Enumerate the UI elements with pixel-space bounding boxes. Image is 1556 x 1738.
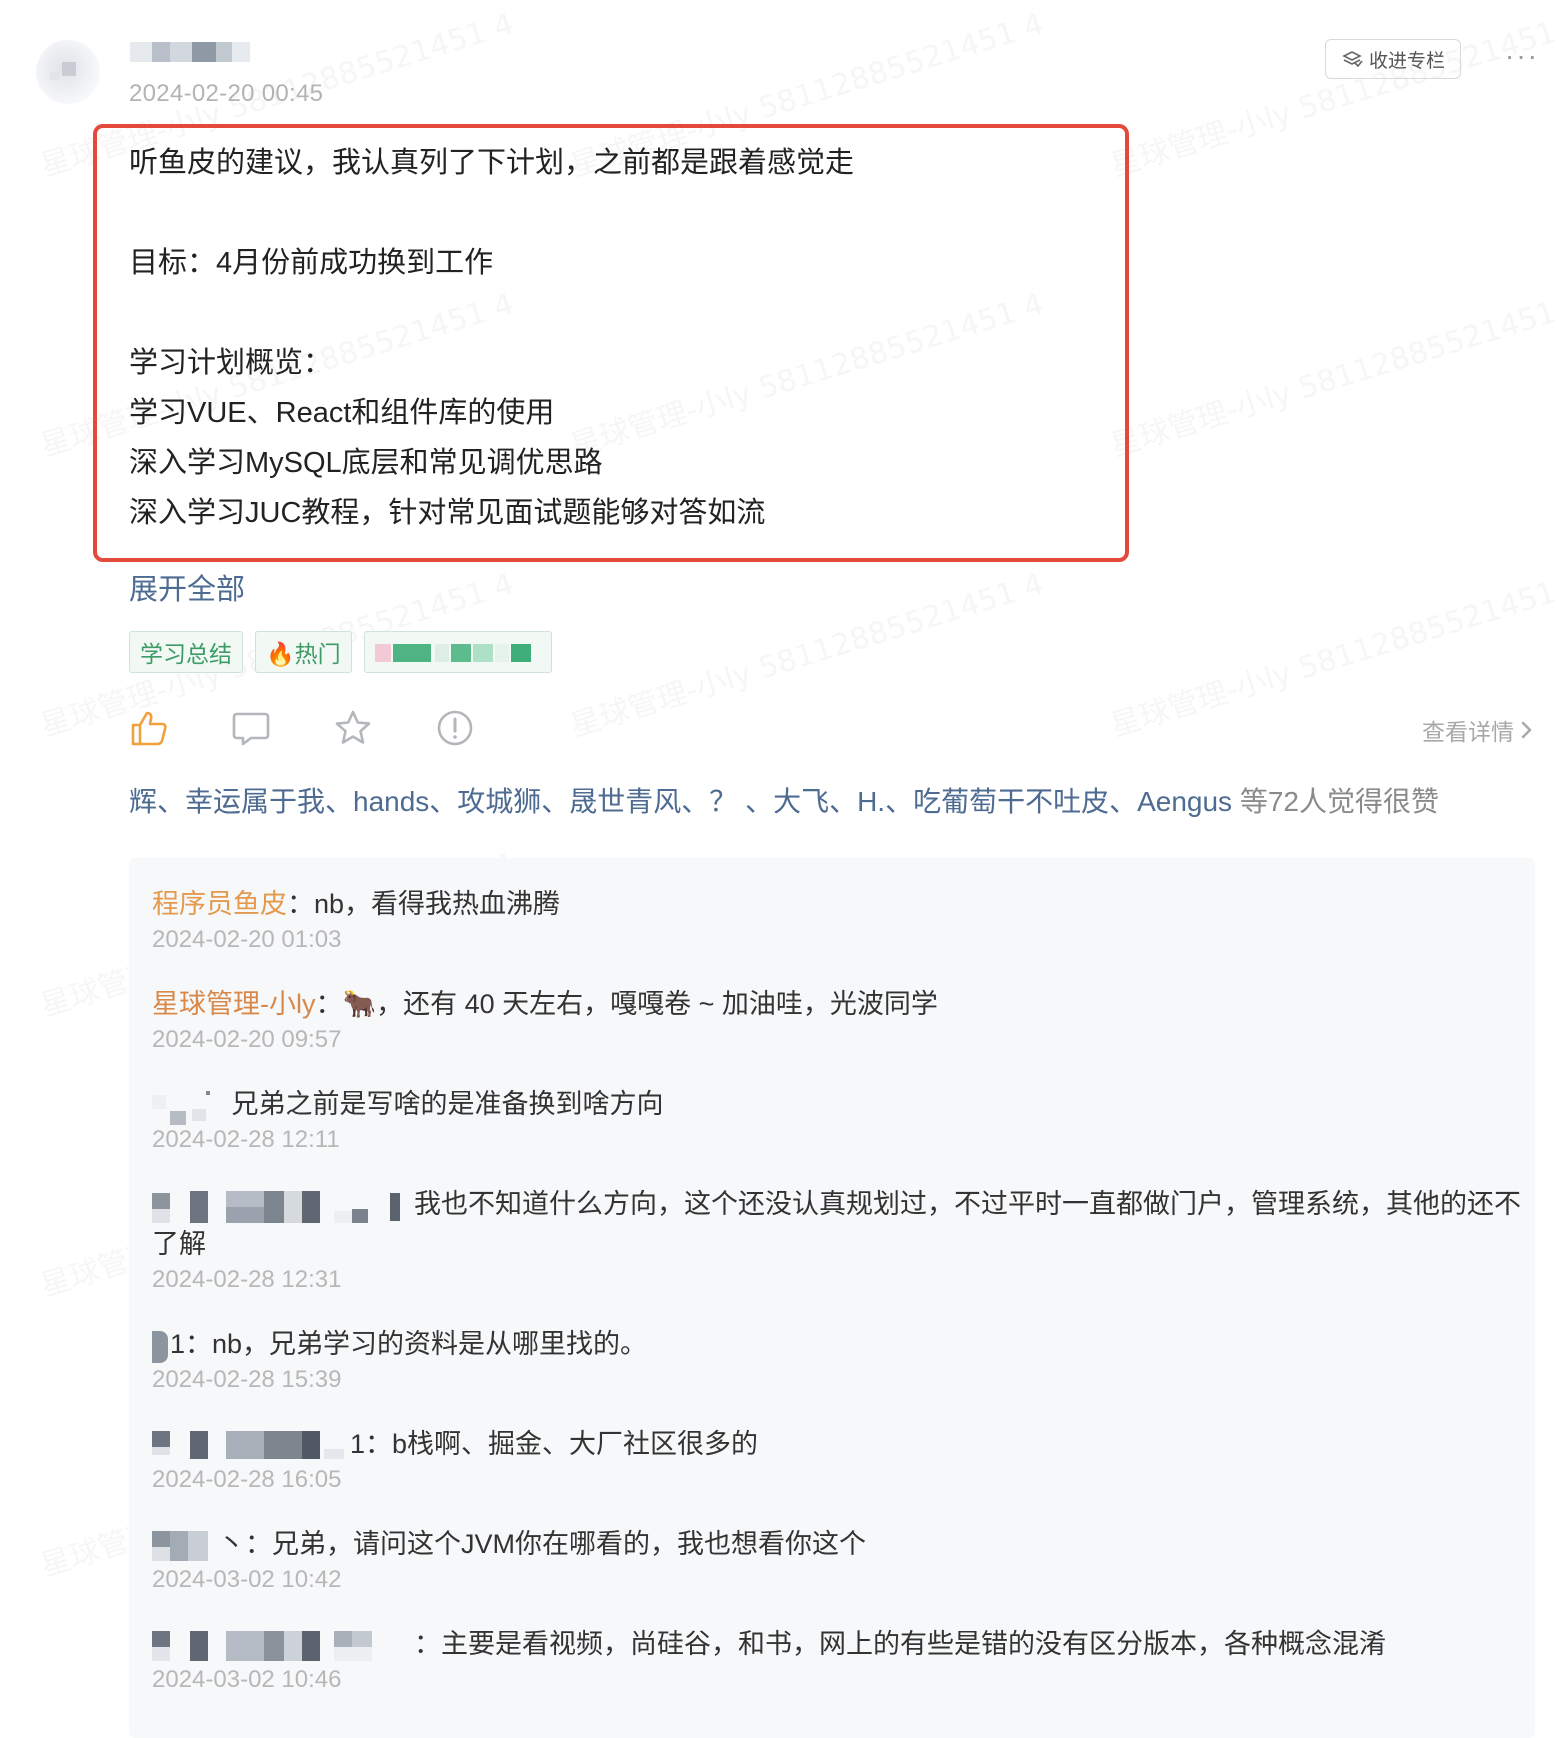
comment-item: 星球管理-小ly：🐂，还有 40 天左右，嘎嘎卷 ~ 加油哇，光波同学 2024… xyxy=(152,984,1522,1054)
comment-text: ：主要是看视频，尚硅谷，和书，网上的有些是错的没有区分版本，各种概念混淆 xyxy=(414,1629,1386,1659)
comment-item: 1：nb，兄弟学习的资料是从哪里找的。 2024-02-28 15:39 xyxy=(152,1324,1522,1394)
comment-author-redacted[interactable] xyxy=(152,1189,414,1223)
avatar[interactable] xyxy=(36,40,100,104)
action-bar xyxy=(129,708,475,748)
view-detail-link[interactable]: 查看详情 xyxy=(1422,713,1532,747)
expand-all-link[interactable]: 展开全部 xyxy=(129,566,245,608)
comment-text: ：🐂，还有 40 天左右，嘎嘎卷 ~ 加油哇，光波同学 xyxy=(315,989,938,1019)
tag-study-summary[interactable]: 学习总结 xyxy=(129,631,243,673)
comment-item: 程序员鱼皮：nb，看得我热血沸腾 2024-02-20 01:03 xyxy=(152,884,1522,954)
comment-text: 丶：兄弟，请问这个JVM你在哪看的，我也想看你这个 xyxy=(218,1529,866,1559)
comment-text: 兄弟之前是写啥的是准备换到啥方向 xyxy=(231,1089,664,1119)
content-line: 深入学习MySQL底层和常见调优思路 xyxy=(129,447,603,479)
likes-count: 等72人觉得很赞 xyxy=(1232,786,1439,817)
comment-item: ：主要是看视频，尚硅谷，和书，网上的有些是错的没有区分版本，各种概念混淆 202… xyxy=(152,1624,1522,1694)
like-icon[interactable] xyxy=(129,708,169,748)
post-time: 2024-02-20 00:45 xyxy=(129,80,324,107)
comment-list: 程序员鱼皮：nb，看得我热血沸腾 2024-02-20 01:03 星球管理-小… xyxy=(129,858,1535,1738)
likes-summary: 辉、幸运属于我、hands、攻城狮、晟世青风、？ 、大飞、H.、吃葡萄干不吐皮、… xyxy=(129,780,1529,820)
content-line: 学习计划概览： xyxy=(129,347,333,379)
comment-item: 我也不知道什么方向，这个还没认真规划过，不过平时一直都做门户，管理系统，其他的还… xyxy=(152,1184,1522,1294)
comment-item: 兄弟之前是写啥的是准备换到啥方向 2024-02-28 12:11 xyxy=(152,1084,1522,1154)
comment-time: 2024-02-28 15:39 xyxy=(152,1366,342,1393)
comment-time: 2024-02-28 12:31 xyxy=(152,1266,342,1293)
comment-author-redacted[interactable] xyxy=(152,1629,414,1663)
comment-item: 1：b栈啊、掘金、大厂社区很多的 2024-02-28 16:05 xyxy=(152,1424,1522,1494)
tag-list: 学习总结 🔥热门 xyxy=(129,631,552,673)
content-line xyxy=(129,288,1109,338)
chevron-right-icon xyxy=(1521,721,1532,739)
comment-text: 1：nb，兄弟学习的资料是从哪里找的。 xyxy=(170,1329,648,1359)
star-icon[interactable] xyxy=(333,708,373,748)
report-icon[interactable] xyxy=(435,708,475,748)
comment-author-redacted[interactable] xyxy=(152,1329,170,1363)
comment-author[interactable]: 星球管理-小ly xyxy=(152,989,316,1019)
stack-icon xyxy=(1342,51,1363,68)
comment-author-redacted[interactable] xyxy=(152,1529,218,1563)
comment-time: 2024-03-02 10:42 xyxy=(152,1566,342,1593)
watermark: 星球管理-小ly 58112885521451 4 xyxy=(1106,286,1556,465)
comment-time: 2024-03-02 10:46 xyxy=(152,1666,342,1693)
comment-time: 2024-02-20 09:57 xyxy=(152,1026,342,1053)
watermark: 星球管理-小ly 58112885521451 4 xyxy=(1106,6,1556,185)
comment-author-redacted[interactable] xyxy=(152,1429,350,1463)
author-name-redacted[interactable] xyxy=(130,42,250,64)
comment-text: 1：b栈啊、掘金、大厂社区很多的 xyxy=(350,1429,759,1459)
view-detail-label: 查看详情 xyxy=(1422,719,1514,745)
more-options-button[interactable]: ··· xyxy=(1505,42,1545,70)
tag-redacted[interactable] xyxy=(363,631,552,673)
comment-time: 2024-02-28 12:11 xyxy=(152,1126,340,1153)
comment-text: ：nb，看得我热血沸腾 xyxy=(287,889,561,919)
content-line: 目标：4月份前成功换到工作 xyxy=(129,247,494,279)
comment-time: 2024-02-20 01:03 xyxy=(152,926,342,953)
content-line: 深入学习JUC教程，针对常见面试题能够对答如流 xyxy=(129,497,766,529)
comment-item: 丶：兄弟，请问这个JVM你在哪看的，我也想看你这个 2024-03-02 10:… xyxy=(152,1524,1522,1594)
comment-icon[interactable] xyxy=(231,708,271,748)
comment-time: 2024-02-28 16:05 xyxy=(152,1466,342,1493)
post-content: 听鱼皮的建议，我认真列了下计划，之前都是跟着感觉走 目标：4月份前成功换到工作 … xyxy=(129,138,1109,538)
comment-author[interactable]: 程序员鱼皮 xyxy=(152,889,287,919)
collect-to-column-button[interactable]: 收进专栏 xyxy=(1325,39,1461,79)
content-line: 听鱼皮的建议，我认真列了下计划，之前都是跟着感觉走 xyxy=(129,147,855,179)
collect-label: 收进专栏 xyxy=(1368,50,1445,72)
content-line: 学习VUE、React和组件库的使用 xyxy=(129,397,555,429)
watermark: 星球管理-小ly 58112885521451 4 xyxy=(566,566,1048,745)
comment-author-redacted[interactable] xyxy=(152,1089,224,1125)
content-line xyxy=(129,188,1109,238)
likes-names[interactable]: 辉、幸运属于我、hands、攻城狮、晟世青风、？ 、大飞、H.、吃葡萄干不吐皮、… xyxy=(129,786,1232,817)
tag-hot[interactable]: 🔥热门 xyxy=(255,631,352,673)
